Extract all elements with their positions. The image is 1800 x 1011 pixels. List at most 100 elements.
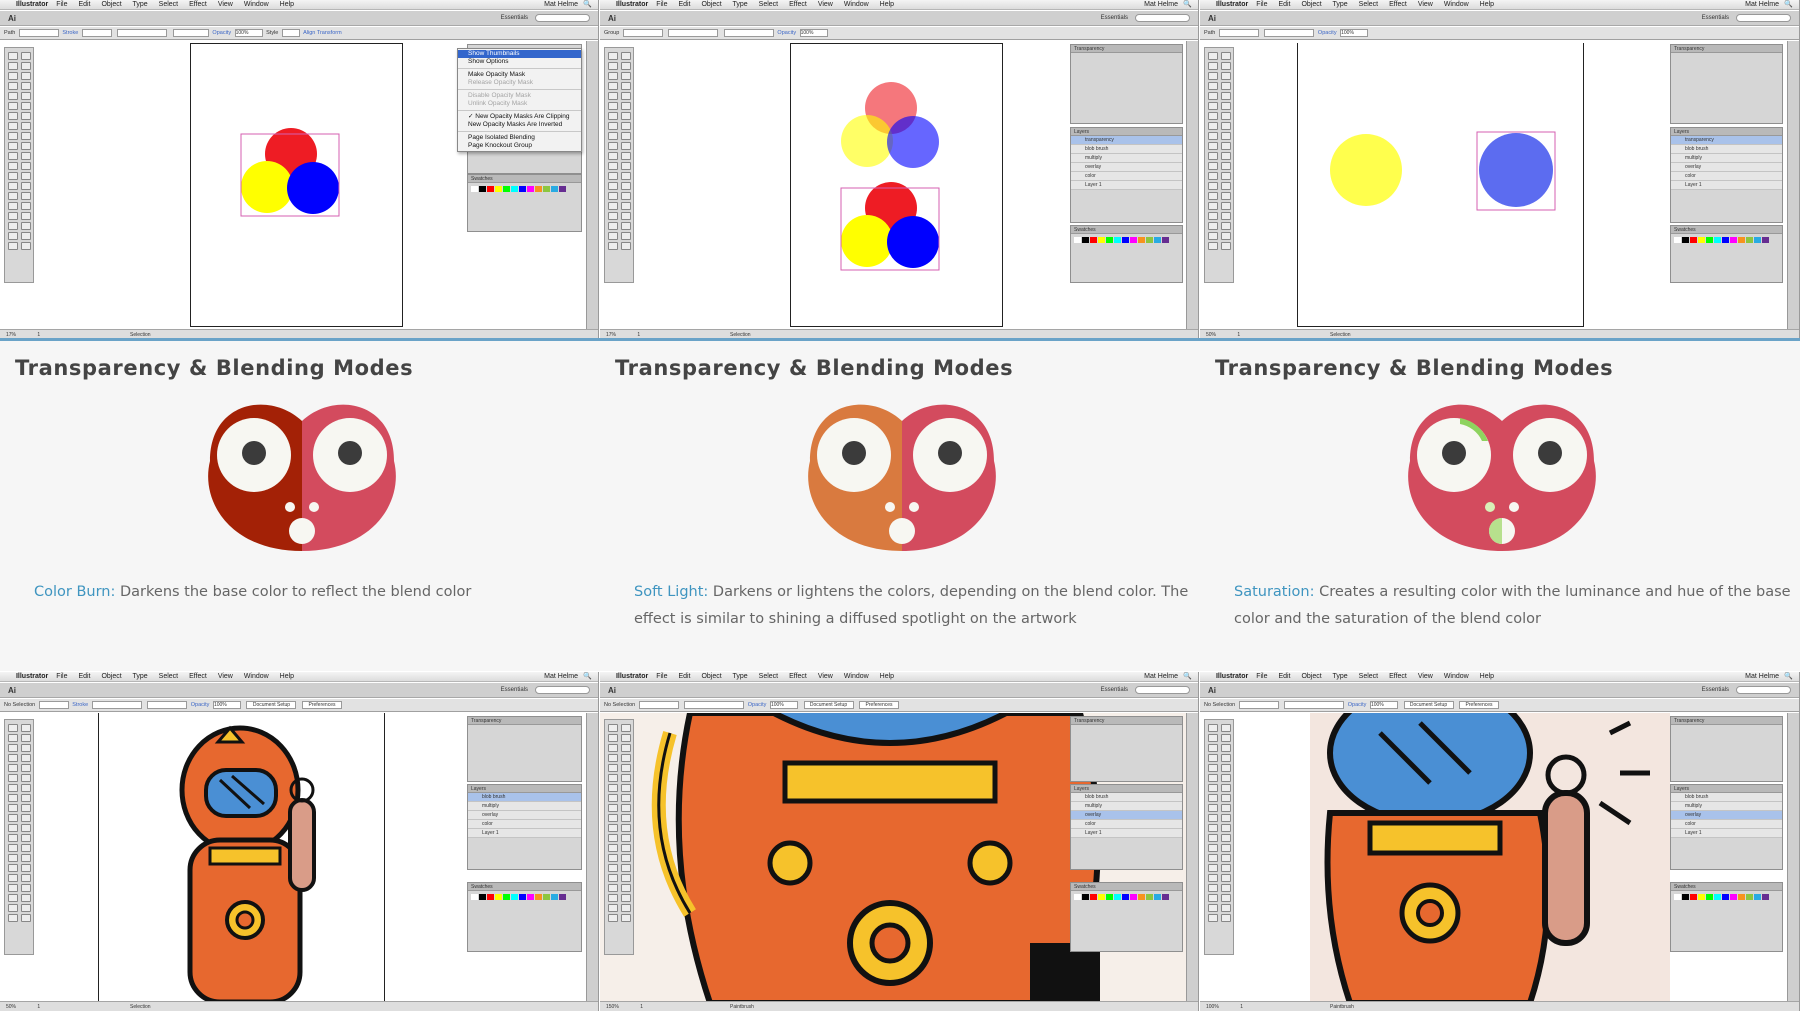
tool-icon[interactable] [1221,112,1231,120]
tool-icon[interactable] [1208,142,1218,150]
color-swatch[interactable] [1130,237,1137,243]
color-swatch[interactable] [487,186,494,192]
tool-icon[interactable] [8,734,18,742]
dropdown-menu-item[interactable]: Make Opacity Mask [458,71,581,79]
help-search-input[interactable] [1135,14,1190,22]
tool-icon[interactable] [608,824,618,832]
color-swatch[interactable] [1714,894,1721,900]
tool-icon[interactable] [1221,82,1231,90]
tool-icon[interactable] [621,212,631,220]
tool-icon[interactable] [621,132,631,140]
opacity-field[interactable]: 100% [799,28,828,37]
tool-icon[interactable] [1208,102,1218,110]
tool-icon[interactable] [8,874,18,882]
tool-icon[interactable] [21,804,31,812]
app-name[interactable]: Illustrator [616,673,648,680]
menu-edit[interactable]: Edit [678,1,690,8]
tool-icon[interactable] [621,874,631,882]
tool-icon[interactable] [621,142,631,150]
tool-icon[interactable] [621,744,631,752]
panel-dock[interactable] [1787,41,1799,329]
tool-icon[interactable] [621,172,631,180]
tool-icon[interactable] [1221,854,1231,862]
opacity-link[interactable]: Opacity [191,702,210,708]
astronaut-illustration[interactable] [170,720,350,1002]
color-swatch[interactable] [471,186,478,192]
color-swatch[interactable] [1154,237,1161,243]
tool-icon[interactable] [621,72,631,80]
color-swatch[interactable] [1074,894,1081,900]
color-swatch[interactable] [1114,894,1121,900]
menu-type[interactable]: Type [1333,673,1348,680]
brush-dropdown[interactable] [117,28,168,37]
tool-icon[interactable] [621,824,631,832]
tool-icon[interactable] [1221,814,1231,822]
menu-type[interactable]: Type [733,673,748,680]
tool-icon[interactable] [608,784,618,792]
tool-icon[interactable] [1208,172,1218,180]
tool-icon[interactable] [21,914,31,922]
user-name[interactable]: Mat Helme [1144,672,1178,682]
menu-edit[interactable]: Edit [1278,673,1290,680]
layer-row[interactable]: Layer 1 [1671,829,1782,838]
tool-icon[interactable] [1221,744,1231,752]
tool-icon[interactable] [608,844,618,852]
menu-effect[interactable]: Effect [189,673,207,680]
color-swatch[interactable] [1738,237,1745,243]
color-swatch[interactable] [1706,237,1713,243]
color-swatch[interactable] [535,186,542,192]
tool-icon[interactable] [8,824,18,832]
tool-icon[interactable] [8,754,18,762]
layer-row[interactable]: color [1071,172,1182,181]
tool-icon[interactable] [1221,152,1231,160]
dropdown-menu-item[interactable]: Show Options [458,58,581,66]
layer-row[interactable]: blob brush [1071,793,1182,802]
tool-icon[interactable] [1221,794,1231,802]
artboard-number[interactable]: 1 [1240,1004,1243,1010]
tool-icon[interactable] [21,222,31,230]
fill-dropdown[interactable] [622,28,663,37]
rgb-circles-artwork[interactable] [235,128,347,222]
tool-icon[interactable] [1208,202,1218,210]
menu-select[interactable]: Select [159,1,178,8]
opacity-link[interactable]: Opacity [748,702,767,708]
tool-icon[interactable] [608,744,618,752]
tool-icon[interactable] [621,102,631,110]
tool-icon[interactable] [21,794,31,802]
panel-dock[interactable] [1787,713,1799,1001]
color-swatch[interactable] [1122,894,1129,900]
tool-icon[interactable] [1221,904,1231,912]
tool-icon[interactable] [621,82,631,90]
tool-icon[interactable] [1208,122,1218,130]
search-icon[interactable]: 🔍 [1183,672,1192,682]
color-swatch[interactable] [519,186,526,192]
color-swatch[interactable] [1090,894,1097,900]
tool-icon[interactable] [21,814,31,822]
layer-row[interactable]: transparency [1671,136,1782,145]
menu-select[interactable]: Select [159,673,178,680]
tool-icon[interactable] [1208,182,1218,190]
color-swatch[interactable] [1698,894,1705,900]
user-name[interactable]: Mat Helme [1745,672,1779,682]
tool-icon[interactable] [8,62,18,70]
tool-icon[interactable] [21,824,31,832]
color-swatch[interactable] [1098,237,1105,243]
tool-icon[interactable] [8,794,18,802]
artboard-number[interactable]: 1 [37,1004,40,1010]
color-swatch[interactable] [1682,237,1689,243]
color-swatch[interactable] [1106,237,1113,243]
color-swatch[interactable] [1730,894,1737,900]
tool-icon[interactable] [8,884,18,892]
tool-icon[interactable] [1208,774,1218,782]
color-swatch[interactable] [471,894,478,900]
tool-icon[interactable] [1208,784,1218,792]
layer-row[interactable]: multiply [468,802,581,811]
tool-icon[interactable] [608,724,618,732]
tool-icon[interactable] [8,744,18,752]
tool-icon[interactable] [1208,132,1218,140]
layer-row[interactable]: overlay [1071,163,1182,172]
menu-select[interactable]: Select [759,1,778,8]
tool-icon[interactable] [21,232,31,240]
tool-icon[interactable] [1208,764,1218,772]
tool-icon[interactable] [1221,764,1231,772]
